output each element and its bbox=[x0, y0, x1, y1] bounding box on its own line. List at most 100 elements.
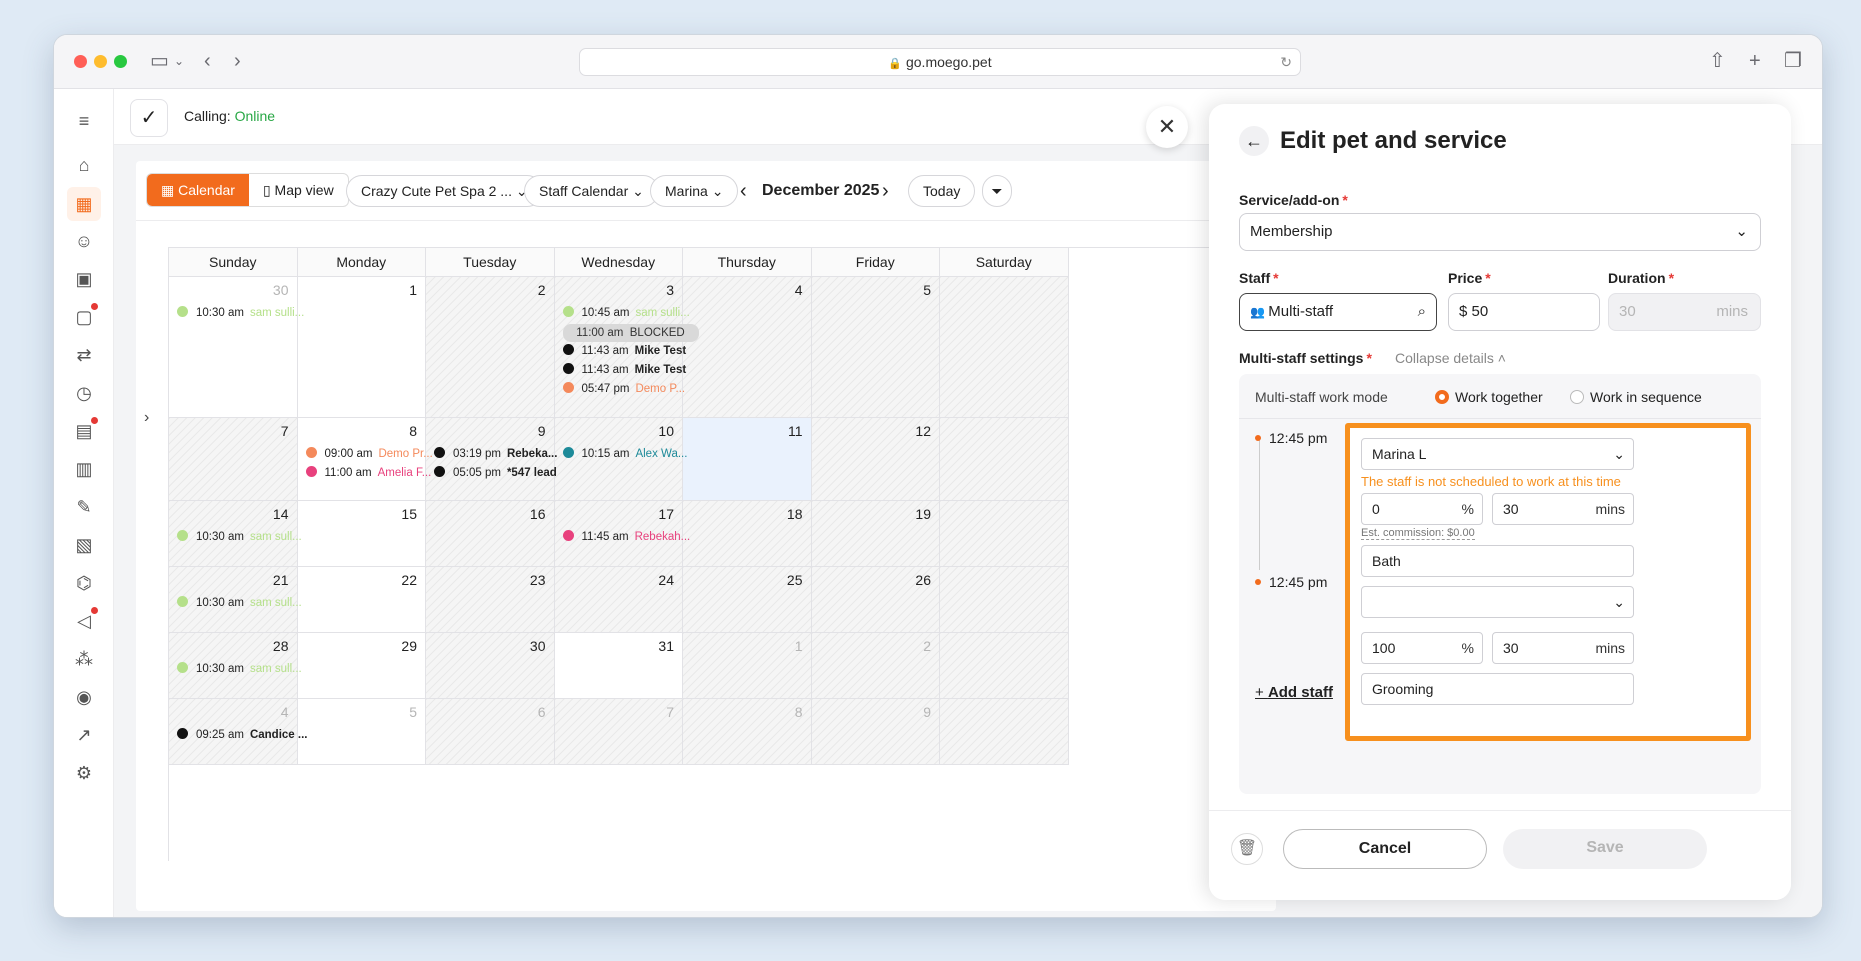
new-tab-icon[interactable]: + bbox=[1749, 49, 1761, 73]
calendar-event[interactable]: 10:30 am sam sull... bbox=[177, 661, 317, 677]
calendar-event[interactable]: 11:00 am Amelia F... bbox=[305, 465, 446, 481]
price-field[interactable]: $ 50 bbox=[1448, 293, 1600, 331]
map-view-tab[interactable]: ▯ Map view bbox=[249, 174, 348, 206]
back-icon[interactable]: ‹ bbox=[204, 49, 211, 73]
staff-row-2-select[interactable]: ⌄ bbox=[1361, 586, 1634, 618]
calendar-event[interactable]: 11:43 am Mike Test bbox=[562, 343, 703, 359]
calendar-event[interactable]: 10:30 am sam sull... bbox=[177, 529, 317, 545]
alarm-icon[interactable]: ◷ bbox=[72, 381, 96, 405]
calendar-tab[interactable]: ▦ Calendar bbox=[147, 174, 249, 206]
view-select[interactable]: Staff Calendar ⌄ bbox=[524, 175, 659, 207]
url-bar[interactable]: 🔒 go.moego.pet ↻ bbox=[579, 48, 1301, 76]
route-icon[interactable]: ⇄ bbox=[72, 343, 96, 367]
clipboard-icon[interactable]: ▥ bbox=[72, 457, 96, 481]
day-cell[interactable]: 6 bbox=[426, 699, 555, 765]
work-sequence-radio[interactable]: Work in sequence bbox=[1570, 389, 1702, 405]
business-select[interactable]: Crazy Cute Pet Spa 2 ... ⌄ bbox=[346, 175, 543, 207]
day-cell[interactable]: 7 bbox=[554, 699, 683, 765]
staff-row-1-mins[interactable]: 30 mins bbox=[1492, 493, 1634, 525]
day-cell[interactable]: 16 bbox=[426, 501, 555, 567]
day-cell[interactable]: 23 bbox=[426, 567, 555, 633]
delete-icon[interactable]: 🗑 bbox=[1231, 833, 1263, 865]
chevron-down-icon[interactable]: ⌄ bbox=[174, 49, 184, 73]
day-cell[interactable]: 8 bbox=[683, 699, 812, 765]
day-cell[interactable]: 24 bbox=[554, 567, 683, 633]
day-cell[interactable]: 2 bbox=[811, 633, 940, 699]
back-arrow-icon[interactable]: ← bbox=[1239, 126, 1269, 156]
bag-icon[interactable]: ▣ bbox=[72, 267, 96, 291]
messages-icon[interactable]: ▢ bbox=[72, 303, 98, 329]
add-staff-button[interactable]: + Add staff bbox=[1255, 684, 1333, 701]
payments-icon[interactable]: ▧ bbox=[72, 533, 96, 557]
reports-icon[interactable]: ↗ bbox=[72, 723, 96, 747]
staff-field[interactable]: 👥 Multi-staff ⌕ bbox=[1239, 293, 1437, 331]
save-button[interactable]: Save bbox=[1503, 829, 1707, 869]
day-cell[interactable] bbox=[940, 699, 1069, 765]
day-cell[interactable]: 5 bbox=[811, 277, 940, 418]
day-cell[interactable]: 7 bbox=[169, 418, 298, 501]
settings-icon[interactable]: ⚙ bbox=[72, 761, 96, 785]
today-button[interactable]: Today bbox=[908, 175, 976, 207]
calendar-event[interactable]: 03:19 pm Rebeka... bbox=[434, 446, 574, 462]
day-cell[interactable]: 2 bbox=[426, 277, 555, 418]
blocked-event[interactable]: 11:00 am BLOCKED bbox=[562, 324, 699, 342]
day-cell[interactable]: 30 bbox=[169, 277, 298, 418]
day-cell[interactable]: 26 bbox=[811, 567, 940, 633]
share-icon[interactable]: ⇧ bbox=[1709, 49, 1726, 73]
day-cell[interactable] bbox=[940, 633, 1069, 699]
staff-row-1-service[interactable]: Bath bbox=[1361, 545, 1634, 577]
day-cell[interactable]: 9 bbox=[811, 699, 940, 765]
forward-icon[interactable]: › bbox=[234, 49, 241, 73]
staff-row-2-mins[interactable]: 30 mins bbox=[1492, 632, 1634, 664]
edit-icon[interactable]: ✎ bbox=[72, 495, 96, 519]
zoom-window-icon[interactable] bbox=[114, 55, 127, 68]
calendar-event[interactable]: 09:00 am Demo Pr... bbox=[305, 446, 446, 462]
day-cell[interactable]: 1 bbox=[297, 277, 426, 418]
prev-month-icon[interactable]: ‹ bbox=[740, 175, 747, 207]
menu-icon[interactable]: ≡ bbox=[72, 109, 96, 133]
calendar-event[interactable]: 10:30 am sam sulli... bbox=[177, 305, 317, 321]
work-together-radio[interactable]: Work together bbox=[1435, 389, 1543, 405]
day-cell[interactable]: 1 bbox=[683, 633, 812, 699]
day-cell[interactable]: 31 bbox=[554, 633, 683, 699]
close-window-icon[interactable] bbox=[74, 55, 87, 68]
calendar-event[interactable]: 10:45 am sam sulli... bbox=[562, 305, 703, 321]
staff-select[interactable]: Marina ⌄ bbox=[650, 175, 739, 207]
tasks-icon[interactable]: ▤ bbox=[72, 417, 98, 443]
service-select[interactable]: Membership ⌄ bbox=[1239, 213, 1761, 251]
calendar-event[interactable]: 11:43 am Mike Test bbox=[562, 362, 703, 378]
calendar-event[interactable]: 10:15 am Alex Wa... bbox=[562, 446, 703, 462]
calendar-event[interactable]: 10:30 am sam sull... bbox=[177, 595, 317, 611]
moego-logo-icon[interactable]: ✓ bbox=[130, 99, 168, 137]
staff-row-1-select[interactable]: Marina L ⌄ bbox=[1361, 438, 1634, 470]
day-cell[interactable]: 12 bbox=[811, 418, 940, 501]
clients-icon[interactable]: ☺ bbox=[72, 229, 96, 253]
day-cell[interactable] bbox=[940, 567, 1069, 633]
minimize-window-icon[interactable] bbox=[94, 55, 107, 68]
sidebar-toggle-icon[interactable]: ▭ bbox=[150, 49, 169, 73]
filter-icon[interactable]: ⏷ bbox=[982, 175, 1012, 207]
calendar-event[interactable]: 05:05 pm *547 lead bbox=[434, 465, 574, 481]
reload-icon[interactable]: ↻ bbox=[1280, 49, 1292, 75]
home-icon[interactable]: ⌂ bbox=[72, 153, 96, 177]
staff-row-2-percent[interactable]: 100% bbox=[1361, 632, 1483, 664]
day-cell[interactable]: 25 bbox=[683, 567, 812, 633]
cancel-button[interactable]: Cancel bbox=[1283, 829, 1487, 869]
apps-icon[interactable]: ⁂ bbox=[72, 647, 96, 671]
day-cell[interactable]: 19 bbox=[811, 501, 940, 567]
megaphone-icon[interactable]: ◁ bbox=[72, 607, 98, 633]
bank-icon[interactable]: ⌬ bbox=[72, 571, 96, 595]
account-icon[interactable]: ◉ bbox=[72, 685, 96, 709]
calendar-event[interactable]: 05:47 pm Demo P... bbox=[562, 381, 703, 397]
staff-row-2-service[interactable]: Grooming bbox=[1361, 673, 1634, 705]
next-month-icon[interactable]: › bbox=[882, 175, 889, 207]
expand-side-icon[interactable]: › bbox=[144, 409, 149, 427]
collapse-details-link[interactable]: Collapse details ˄ bbox=[1395, 350, 1506, 366]
day-cell[interactable]: 30 bbox=[426, 633, 555, 699]
day-cell[interactable] bbox=[940, 501, 1069, 567]
calendar-icon[interactable]: ▦ bbox=[67, 187, 101, 221]
close-drawer-button[interactable]: ✕ bbox=[1146, 106, 1188, 148]
calendar-event[interactable]: 09:25 am Candice ... bbox=[177, 727, 317, 743]
tabs-overview-icon[interactable]: ❐ bbox=[1784, 49, 1802, 73]
staff-row-1-percent[interactable]: 0% bbox=[1361, 493, 1483, 525]
